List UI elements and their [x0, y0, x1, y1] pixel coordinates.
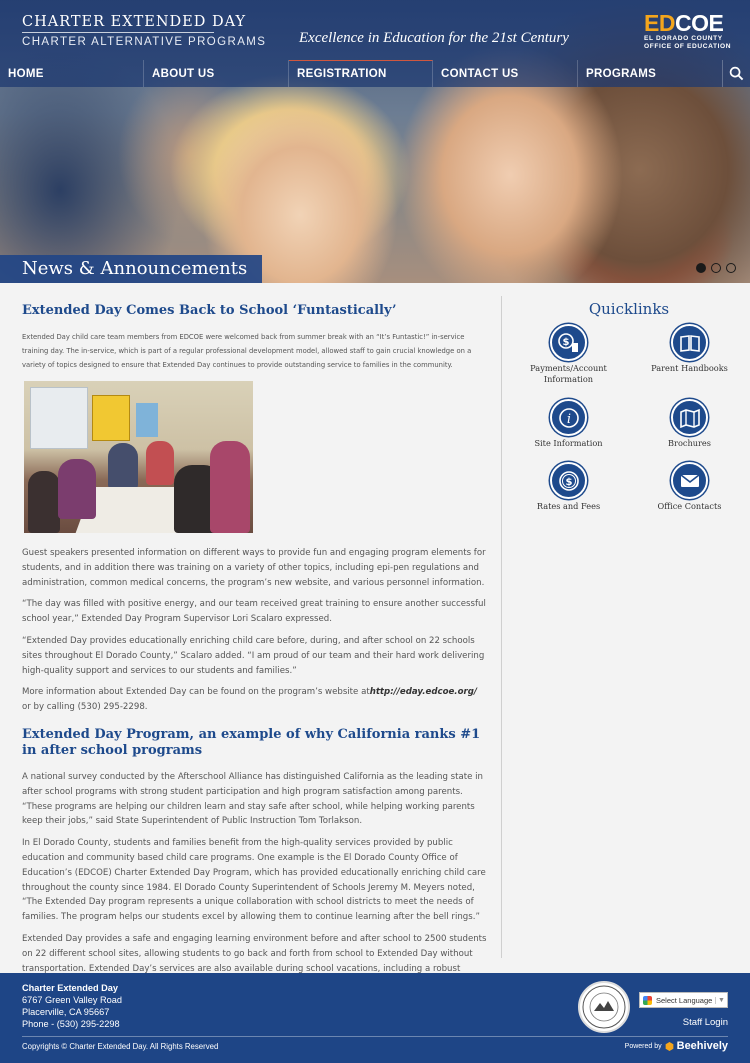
- footer-city: Placerville, CA 95667: [22, 1007, 110, 1017]
- quicklink-label: Payments/Account Information: [530, 363, 607, 384]
- article-paragraph: In El Dorado County, students and famili…: [22, 838, 486, 923]
- language-select-label: Select Language: [656, 995, 713, 1005]
- brand-divider: [22, 32, 214, 33]
- quicklink-label: Site Information: [534, 438, 603, 448]
- powered-by[interactable]: Powered by Beehively: [625, 1040, 728, 1052]
- quicklink-label: Parent Handbooks: [651, 363, 728, 373]
- article-paragraph: More information about Extended Day can …: [22, 685, 488, 715]
- slider-dots: [696, 263, 736, 273]
- nav-programs[interactable]: PROGRAMS: [578, 60, 722, 87]
- article-paragraph: “Extended Day provides educationally enr…: [22, 635, 485, 676]
- search-button[interactable]: [722, 60, 750, 87]
- nav-home[interactable]: HOME: [0, 60, 144, 87]
- column-divider: [501, 296, 502, 958]
- edcoe-ed-text: ED: [644, 10, 675, 36]
- slider-dot-3[interactable]: [726, 263, 736, 273]
- nav-registration[interactable]: REGISTRATION: [289, 60, 433, 87]
- dollar-coin-icon: $: [550, 462, 587, 499]
- footer-org: Charter Extended Day: [22, 983, 118, 993]
- footer: Charter Extended Day 6767 Green Valley R…: [0, 973, 750, 1063]
- google-icon: [643, 995, 652, 1005]
- article-text: More information about Extended Day can …: [22, 687, 370, 698]
- quicklink-label: Brochures: [668, 438, 711, 448]
- website-link[interactable]: http://eday.edcoe.org/: [370, 687, 477, 697]
- quicklink-brochures[interactable]: Brochures: [629, 399, 750, 459]
- article-text: or by calling (530) 295-2298.: [22, 702, 148, 713]
- article-title[interactable]: Extended Day Comes Back to School ‘Funta…: [22, 303, 488, 319]
- footer-divider: [22, 1036, 728, 1037]
- hero-image: CHARTER EXTENDED DAY CHARTER ALTERNATIVE…: [0, 0, 750, 283]
- article-paragraph: “The day was filled with positive energy…: [22, 599, 486, 625]
- edcoe-wordmark: EDCOE: [644, 11, 728, 35]
- chevron-down-icon: ▼: [715, 996, 727, 1004]
- edcoe-sub2: OFFICE OF EDUCATION: [644, 43, 732, 50]
- quicklink-rates[interactable]: $ Rates and Fees: [508, 462, 629, 522]
- training-photo: [24, 381, 253, 533]
- map-brochure-icon: [671, 399, 708, 436]
- article-title[interactable]: Extended Day Program, an example of why …: [22, 727, 488, 759]
- book-icon: [671, 324, 708, 361]
- edcoe-logo[interactable]: EDCOE EL DORADO COUNTY OFFICE OF EDUCATI…: [644, 11, 732, 51]
- edcoe-sub1: EL DORADO COUNTY: [644, 35, 723, 42]
- svg-text:$: $: [562, 337, 569, 348]
- svg-text:$: $: [565, 477, 572, 488]
- info-icon: i: [550, 399, 587, 436]
- copyright: Copyrights © Charter Extended Day. All R…: [22, 1042, 219, 1051]
- quicklinks-title: Quicklinks: [588, 300, 670, 318]
- language-select[interactable]: Select Language ▼: [639, 992, 728, 1008]
- article-paragraph: Guest speakers presented information on …: [22, 548, 486, 588]
- quicklink-label: Office Contacts: [657, 501, 722, 511]
- site-logo[interactable]: CHARTER EXTENDED DAY CHARTER ALTERNATIVE…: [22, 14, 266, 48]
- nav-contact-us[interactable]: CONTACT US: [433, 60, 578, 87]
- slider-dot-1[interactable]: [696, 263, 706, 273]
- search-icon: [729, 66, 744, 81]
- powered-by-label: Powered by: [624, 1042, 662, 1050]
- article-paragraph: A national survey conducted by the After…: [22, 771, 483, 827]
- nav-about-us[interactable]: ABOUT US: [144, 60, 289, 87]
- site-tagline: Excellence in Education for the 21st Cen…: [299, 30, 569, 46]
- quicklink-site-info[interactable]: i Site Information: [508, 399, 629, 459]
- quicklink-contacts[interactable]: Office Contacts: [629, 462, 750, 522]
- edcoe-coe-text: COE: [674, 10, 724, 36]
- quicklinks: Quicklinks $ Payments/Account Informatio…: [508, 300, 750, 522]
- envelope-icon: [671, 462, 708, 499]
- beehively-brand: Beehively: [676, 1040, 728, 1052]
- payment-icon: $: [550, 324, 587, 361]
- brand-title: CHARTER EXTENDED DAY: [22, 14, 247, 30]
- staff-login-link[interactable]: Staff Login: [683, 1017, 728, 1028]
- svg-text:i: i: [566, 412, 570, 427]
- footer-street: 6767 Green Valley Road: [22, 995, 122, 1005]
- quicklink-handbooks[interactable]: Parent Handbooks: [629, 324, 750, 396]
- beehively-icon: [665, 1041, 673, 1051]
- quicklink-payments[interactable]: $ Payments/Account Information: [508, 324, 629, 396]
- news-announcements-banner: News & Announcements: [0, 255, 262, 283]
- main-content: Extended Day Comes Back to School ‘Funta…: [22, 303, 488, 998]
- slider-dot-2[interactable]: [711, 263, 721, 273]
- brand-subtitle: CHARTER ALTERNATIVE PROGRAMS: [22, 36, 267, 48]
- main-nav: HOME ABOUT US REGISTRATION CONTACT US PR…: [0, 60, 750, 87]
- accreditation-seal[interactable]: [578, 981, 630, 1033]
- footer-phone: Phone - (530) 295-2298: [22, 1019, 120, 1029]
- article-intro: Extended Day child care team members fro…: [22, 333, 472, 369]
- quicklink-label: Rates and Fees: [536, 501, 601, 511]
- footer-address: Charter Extended Day 6767 Green Valley R…: [22, 982, 122, 1030]
